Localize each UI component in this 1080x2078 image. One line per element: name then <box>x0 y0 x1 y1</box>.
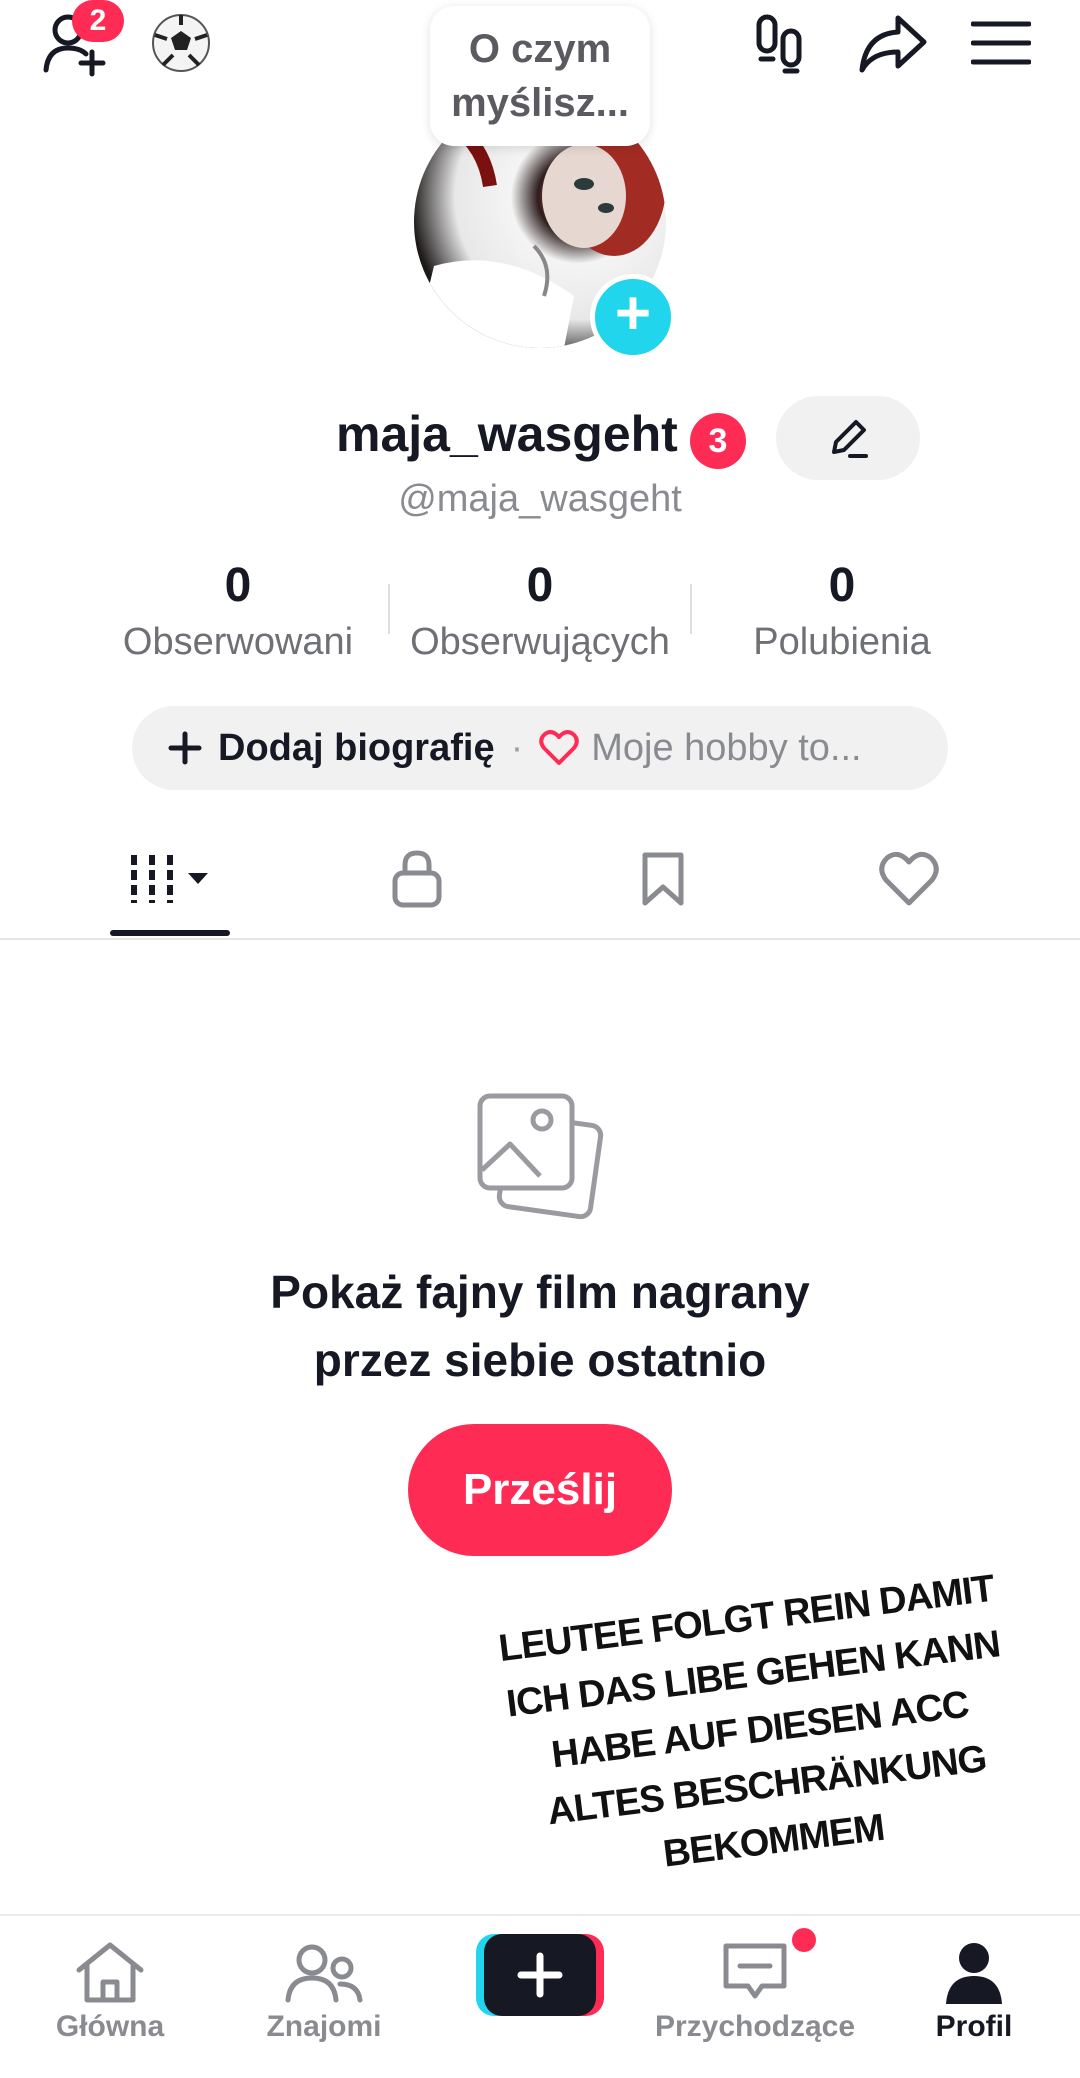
thought-bubble-text: O czym myślisz... <box>451 27 629 125</box>
active-tab-indicator <box>110 930 230 936</box>
nav-home[interactable]: Główna <box>30 1916 190 2078</box>
liked-heart-icon <box>879 851 939 906</box>
user-handle: @maja_wasgeht <box>398 478 682 520</box>
tab-videos[interactable] <box>48 820 294 938</box>
username-badge: 3 <box>690 413 746 469</box>
videos-grid-icon <box>131 855 208 903</box>
following-count: 0 <box>224 559 252 612</box>
overlay-caption: LEUTEE FOLGT REIN DAMIT ICH DAS LIBE GEH… <box>465 1557 1055 1903</box>
lock-icon <box>392 850 442 908</box>
home-icon <box>76 1942 144 2003</box>
menu-icon <box>971 21 1031 65</box>
thought-bubble[interactable]: O czym myślisz... <box>430 6 650 146</box>
footprints-icon <box>756 14 802 74</box>
inbox-icon <box>723 1943 787 1999</box>
heart-icon <box>539 730 579 765</box>
edit-pencil-icon <box>832 420 868 458</box>
friends-icon <box>285 1944 363 2003</box>
followers-label: Obserwujących <box>410 621 670 663</box>
empty-title-line2: przez siebie ostatnio <box>313 1334 767 1386</box>
upload-button[interactable]: Prześlij <box>408 1424 672 1556</box>
tab-saved[interactable] <box>540 820 786 938</box>
followers-stat[interactable]: 0 Obserwujących <box>390 558 690 664</box>
add-bio-label: Dodaj biografię <box>218 726 495 769</box>
nav-inbox[interactable]: Przychodzące <box>640 1916 870 2078</box>
footprints-button[interactable] <box>746 8 816 78</box>
following-stat[interactable]: 0 Obserwowani <box>88 558 388 664</box>
nav-friends-label: Znajomi <box>266 2010 382 2043</box>
nav-profile-label: Profil <box>935 2010 1013 2043</box>
hobby-label: Moje hobby to... <box>591 726 862 769</box>
create-plus-icon <box>476 1934 604 2016</box>
empty-title-line1: Pokaż fajny film nagrany <box>270 1266 810 1318</box>
profile-tabs <box>0 820 1080 940</box>
bookmark-icon <box>642 852 684 906</box>
soccer-ball-icon[interactable] <box>146 8 216 78</box>
create-button[interactable] <box>476 1932 604 2018</box>
add-bio-button[interactable]: Dodaj biografię · Moje hobby to... <box>132 706 948 790</box>
friend-requests-badge: 2 <box>72 0 124 42</box>
add-avatar-button[interactable]: + <box>590 274 676 360</box>
tab-private[interactable] <box>294 820 540 938</box>
menu-button[interactable] <box>966 8 1036 78</box>
empty-state-title: Pokaż fajny film nagrany przez siebie os… <box>0 1258 1080 1394</box>
nav-home-label: Główna <box>55 2010 165 2043</box>
nav-friends[interactable]: Znajomi <box>244 1916 404 2078</box>
likes-count: 0 <box>828 559 856 612</box>
likes-label: Polubienia <box>753 621 931 663</box>
username: maja_wasgeht <box>336 406 678 462</box>
edit-profile-button[interactable] <box>776 396 920 480</box>
profile-icon <box>946 1943 1002 2004</box>
inbox-notification-dot <box>792 1928 816 1952</box>
following-label: Obserwowani <box>122 621 354 663</box>
share-icon <box>859 15 927 73</box>
nav-inbox-label: Przychodzące <box>654 2010 856 2043</box>
bio-separator: · <box>510 726 524 769</box>
tab-liked[interactable] <box>786 820 1032 938</box>
likes-stat[interactable]: 0 Polubienia <box>692 558 992 664</box>
followers-count: 0 <box>526 559 554 612</box>
nav-profile[interactable]: Profil <box>904 1916 1044 2078</box>
plus-icon <box>168 731 202 765</box>
photos-icon <box>474 1090 606 1222</box>
share-button[interactable] <box>858 8 928 78</box>
